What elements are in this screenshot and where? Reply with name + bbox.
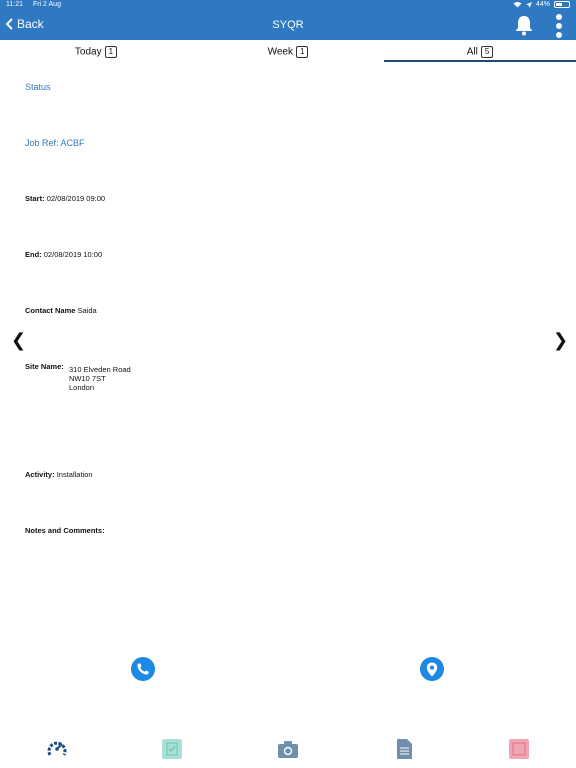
tab-today-label: Today [74, 46, 102, 58]
end-label: End: [25, 250, 42, 259]
contact-label: Contact Name [25, 306, 76, 315]
battery-icon [554, 1, 570, 8]
contact-row: Contact Name Saida [25, 306, 97, 315]
start-label: Start: [25, 194, 45, 203]
filter-tabs: Today 1 Week 1 All 5 [0, 40, 576, 62]
call-button[interactable] [131, 657, 155, 681]
notes-row: Notes and Comments: [25, 526, 105, 535]
start-row: Start: 02/08/2019 09:00 [25, 194, 105, 203]
tab-week-label: Week [267, 46, 293, 58]
activity-value: Installation [56, 470, 93, 479]
document-icon[interactable] [393, 738, 415, 760]
page-title: SYQR [272, 19, 304, 31]
checklist-icon[interactable] [161, 738, 183, 760]
job-progress-icon[interactable] [46, 738, 68, 760]
tab-all-label: All [466, 46, 478, 58]
site-row: Site Name: [25, 362, 64, 371]
activity-row: Activity: Installation [25, 470, 93, 479]
site-address: 310 Elveden Road NW10 7ST London [69, 365, 131, 392]
site-address-line: London [69, 383, 95, 392]
tab-all-count: 5 [480, 46, 494, 58]
header-bar: 11:21 Fri 2 Aug 44% Back SYQR [0, 0, 576, 40]
status-date: Fri 2 Aug [32, 1, 61, 8]
job-ref-label: Job Ref: [25, 138, 59, 148]
end-row: End: 02/08/2019 10:00 [25, 250, 102, 259]
job-ref-value: ACBF [60, 138, 85, 148]
sign-off-icon[interactable] [508, 738, 530, 760]
status-label: Status [25, 82, 51, 92]
camera-icon[interactable] [277, 738, 299, 760]
bell-icon[interactable] [514, 14, 534, 36]
battery-percent: 44% [535, 1, 550, 8]
tab-week[interactable]: Week 1 [192, 40, 384, 62]
tab-today-count: 1 [104, 46, 118, 58]
notes-label: Notes and Comments: [25, 526, 105, 535]
start-value: 02/08/2019 09:00 [46, 194, 106, 203]
end-value: 02/08/2019 10:00 [43, 250, 103, 259]
tab-week-count: 1 [295, 46, 309, 58]
site-label: Site Name: [25, 362, 64, 371]
phone-icon [137, 663, 149, 675]
site-address-line: NW10 7ST [69, 374, 106, 383]
location-arrow-icon [525, 1, 532, 8]
job-ref-row: Job Ref: ACBF [25, 138, 85, 148]
status-time: 11:21 [6, 1, 23, 8]
previous-job-arrow[interactable]: ❮ [11, 330, 26, 351]
map-location-button[interactable] [420, 657, 444, 681]
map-pin-icon [426, 662, 438, 676]
wifi-icon [513, 1, 522, 8]
status-bar: 11:21 Fri 2 Aug 44% [0, 0, 576, 12]
next-job-arrow[interactable]: ❯ [553, 330, 568, 351]
activity-label: Activity: [25, 470, 55, 479]
contact-value: Saida [77, 306, 97, 315]
more-options-icon[interactable] [554, 13, 564, 39]
tab-today[interactable]: Today 1 [0, 40, 192, 62]
site-address-line: 310 Elveden Road [69, 365, 131, 374]
tab-all[interactable]: All 5 [384, 40, 576, 62]
